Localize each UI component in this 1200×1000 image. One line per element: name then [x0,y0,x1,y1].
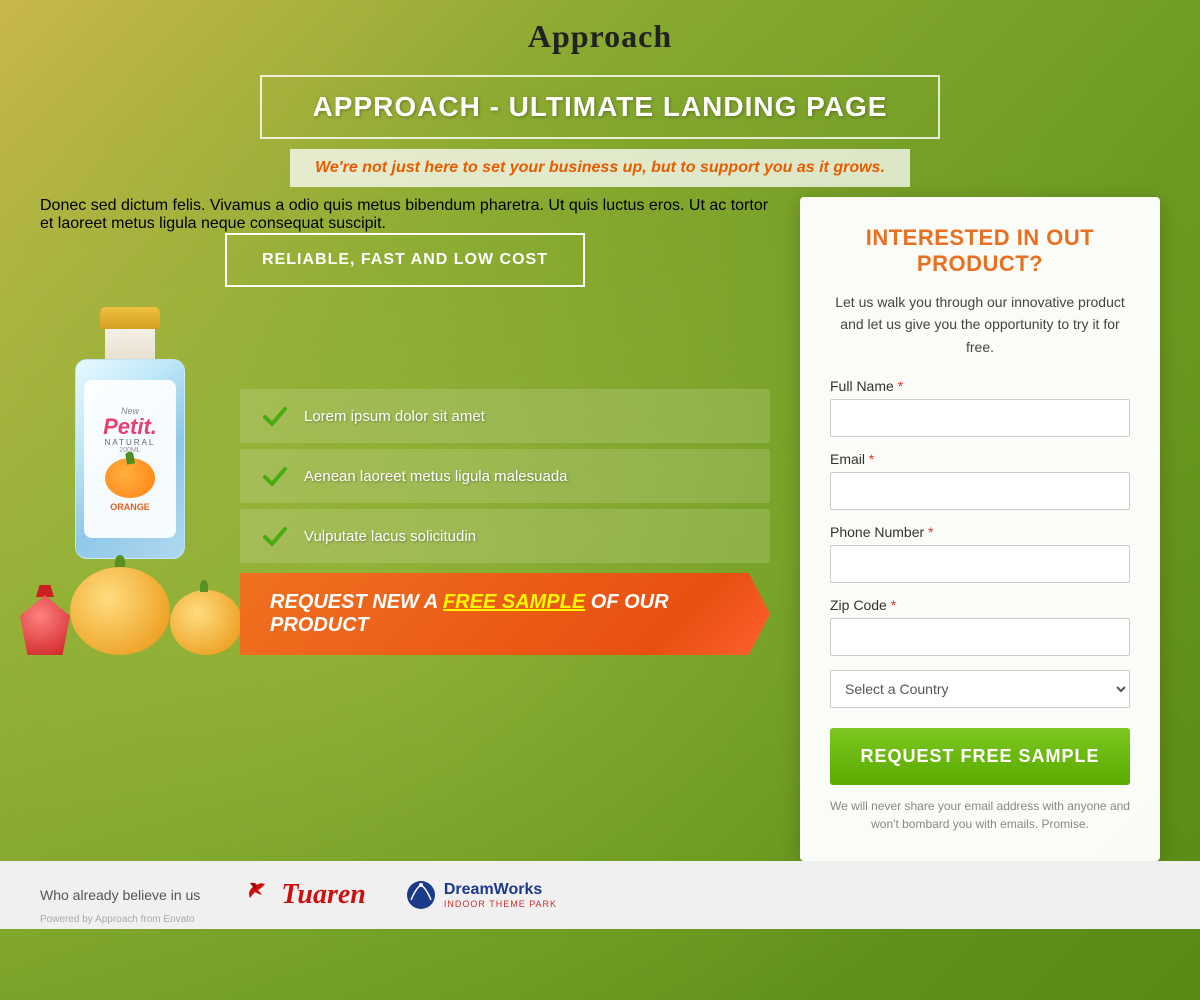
banner-highlight: FREE SAMPLE [443,591,585,613]
bottle-neck [105,329,155,359]
orange-graphic [105,458,155,498]
dreamworks-brand: DreamWorks INDOOR THEME PARK [406,880,557,910]
bottle-label: New Petit. NATURAL 200ML ORANGE [84,380,176,538]
country-select[interactable]: Select a Country United States United Ki… [830,670,1130,708]
who-believes-label: Who already believe in us [40,887,200,903]
full-name-input[interactable] [830,399,1130,437]
page-title: APPROACH - ULTIMATE LANDING PAGE [282,91,918,123]
logo: Approach [0,18,1200,55]
dreamworks-name: DreamWorks [444,881,557,899]
bottle-cap [100,307,160,329]
check-icon-2 [260,461,290,491]
phone-label: Phone Number * [830,524,1130,540]
email-label: Email * [830,451,1130,467]
dreamworks-icon [406,880,436,910]
brand-logos: Tuaren DreamWorks INDOOR THEME PARK [240,879,557,911]
feature-item-2: Aenean laoreet metus ligula malesuada [240,449,770,503]
orange-banner-text: REQUEST NEW A FREE SAMPLE OF OUR PRODUCT [270,591,740,637]
zip-required: * [891,597,896,613]
subheadline-box: We're not just here to set your business… [290,149,910,187]
bottle-illustration: New Petit. NATURAL 200ML ORANGE [70,307,190,587]
description-text: Donec sed dictum felis. Vivamus a odio q… [40,197,770,233]
fruits-decoration [20,567,240,655]
brand-natural: NATURAL [105,438,156,447]
form-group-phone: Phone Number * [830,524,1130,583]
cta-button[interactable]: RELIABLE, FAST AND LOW COST [225,233,585,287]
dreamworks-text: DreamWorks INDOOR THEME PARK [444,881,557,909]
submit-button[interactable]: REQUEST FREE SAMPLE [830,728,1130,785]
check-icon-3 [260,521,290,551]
left-panel: Donec sed dictum felis. Vivamus a odio q… [40,197,770,861]
feature-text-3: Vulputate lacus solicitudin [304,528,476,545]
check-icon-1 [260,401,290,431]
feature-item-1: Lorem ipsum dolor sit amet [240,389,770,443]
bottle-body: New Petit. NATURAL 200ML ORANGE [75,359,185,559]
phone-input[interactable] [830,545,1130,583]
product-features-row: New Petit. NATURAL 200ML ORANGE [40,307,770,655]
phone-required: * [928,524,933,540]
peach-small [170,590,242,655]
headline-box: APPROACH - ULTIMATE LANDING PAGE [260,75,940,139]
feature-text-1: Lorem ipsum dolor sit amet [304,408,485,425]
subheadline-text: We're not just here to set your business… [310,159,890,177]
feature-text-2: Aenean laoreet metus ligula malesuada [304,468,568,485]
form-group-name: Full Name * [830,378,1130,437]
feature-item-3: Vulputate lacus solicitudin [240,509,770,563]
form-disclaimer: We will never share your email address w… [830,797,1130,833]
orange-banner: REQUEST NEW A FREE SAMPLE OF OUR PRODUCT [240,573,770,655]
tuaren-text: Tuaren [281,879,366,911]
tuaren-brand: Tuaren [240,879,366,911]
zip-input[interactable] [830,618,1130,656]
strawberry [20,595,70,655]
brand-name: Petit. [103,416,157,438]
form-group-country: Select a Country United States United Ki… [830,670,1130,708]
peach2-leaf [200,580,208,592]
form-title: INTERESTED IN OUT PRODUCT? [830,225,1130,277]
form-group-zip: Zip Code * [830,597,1130,656]
form-group-email: Email * [830,451,1130,510]
form-subtitle: Let us walk you through our innovative p… [830,291,1130,358]
header: Approach [0,0,1200,65]
tuaren-bird-icon [240,880,275,910]
email-input[interactable] [830,472,1130,510]
product-column: New Petit. NATURAL 200ML ORANGE [40,307,240,655]
email-required: * [869,451,874,467]
zip-label: Zip Code * [830,597,1130,613]
banner-text-before: REQUEST NEW A [270,591,443,613]
dreamworks-subtitle: INDOOR THEME PARK [444,899,557,909]
form-panel: INTERESTED IN OUT PRODUCT? Let us walk y… [800,197,1160,861]
full-name-label: Full Name * [830,378,1130,394]
peach-large [70,567,170,655]
bottom-bar: Who already believe in us Tuaren DreamWo… [0,861,1200,929]
required-marker: * [898,378,903,394]
main-content: Donec sed dictum felis. Vivamus a odio q… [0,197,1200,861]
footer-note: Powered by Approach from Envato [40,914,195,925]
features-list: Lorem ipsum dolor sit amet Aenean laoree… [240,389,770,655]
